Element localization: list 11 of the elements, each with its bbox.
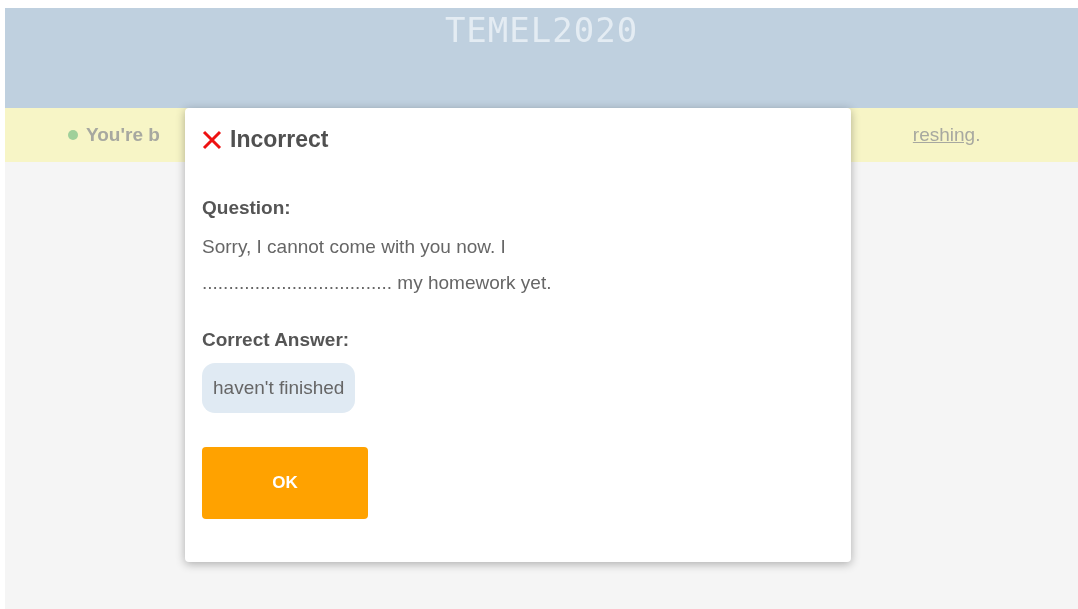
question-label: Question: (202, 197, 292, 219)
status-dot (68, 130, 78, 140)
dialog-title: Incorrect (230, 126, 329, 153)
question-text: Sorry, I cannot come with you now. I .................................... my homework yet. (202, 235, 553, 295)
close-icon (202, 129, 222, 150)
refresh-link[interactable]: reshing (912, 124, 976, 146)
notice-text-end: . (975, 124, 981, 146)
answer-label: Correct Answer: (202, 329, 351, 351)
answer-chip: haven't finished (202, 363, 356, 413)
notice-text: You're b (86, 124, 160, 146)
ok-button[interactable]: OK (202, 447, 368, 519)
